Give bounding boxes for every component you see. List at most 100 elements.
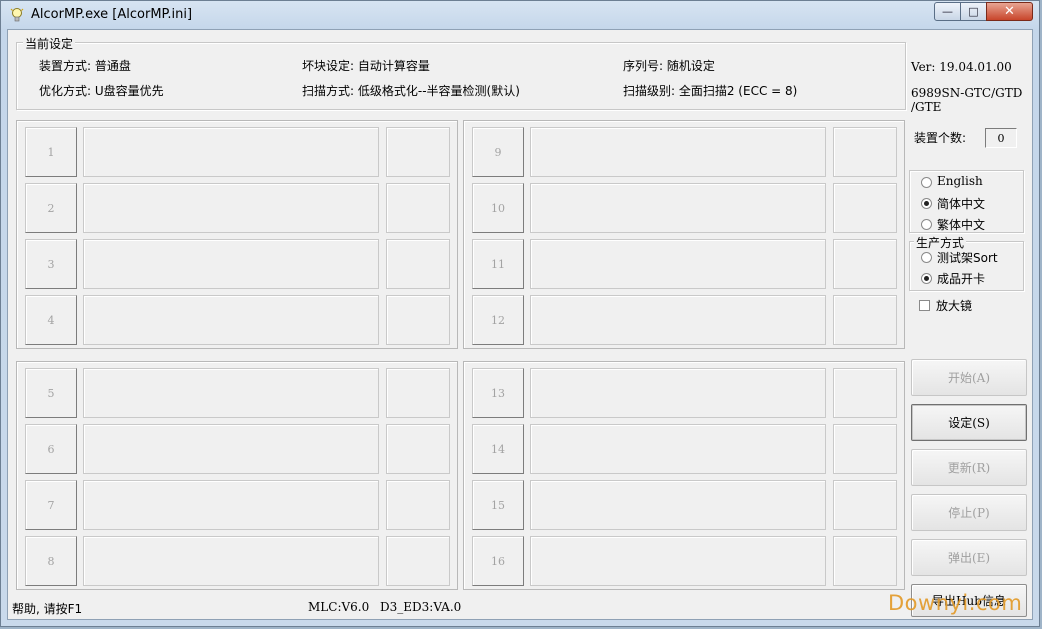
simplified-chinese-radio[interactable] <box>921 198 932 209</box>
finished-product-label: 成品开卡 <box>937 272 986 286</box>
slot-4-info <box>386 295 450 345</box>
slot-number: 10 <box>491 201 505 215</box>
slot-13-status <box>530 368 826 418</box>
slot-number: 6 <box>47 442 55 456</box>
slot-11-status <box>530 239 826 289</box>
slot-6-status <box>83 424 379 474</box>
window-title: AlcorMP.exe [AlcorMP.ini] <box>31 7 193 22</box>
refresh-button[interactable]: 更新(R) <box>911 449 1027 486</box>
slot-10-info <box>833 183 897 233</box>
slot-number: 12 <box>491 313 505 327</box>
current-settings-legend: 当前设定 <box>23 35 76 52</box>
maximize-icon: □ <box>968 5 979 18</box>
slot-5-status <box>83 368 379 418</box>
refresh-button-label: 更新(R) <box>947 461 991 475</box>
close-button[interactable]: ✕ <box>986 2 1033 21</box>
device-count-label: 装置个数: <box>914 131 967 145</box>
slot-4-status <box>83 295 379 345</box>
start-button[interactable]: 开始(A) <box>911 359 1027 396</box>
slot-10-button[interactable]: 10 <box>472 183 524 233</box>
settings-button[interactable]: 设定(S) <box>911 404 1027 441</box>
slot-16-button[interactable]: 16 <box>472 536 524 586</box>
slot-number: 1 <box>47 145 55 159</box>
slot-13-info <box>833 368 897 418</box>
slot-number: 15 <box>491 498 505 512</box>
slot-15-info <box>833 480 897 530</box>
slot-5-button[interactable]: 5 <box>25 368 77 418</box>
slot-8-info <box>386 536 450 586</box>
slot-2-info <box>386 183 450 233</box>
slot-2-button[interactable]: 2 <box>25 183 77 233</box>
slot-number: 3 <box>47 257 55 271</box>
settings-button-label: 设定(S) <box>948 416 990 430</box>
version-text: Ver: 19.04.01.00 <box>911 60 1012 74</box>
slot-9-status <box>530 127 826 177</box>
slot-12-info <box>833 295 897 345</box>
maximize-button[interactable]: □ <box>960 2 987 21</box>
slot-7-button[interactable]: 7 <box>25 480 77 530</box>
slot-number: 9 <box>494 145 502 159</box>
slot-14-status <box>530 424 826 474</box>
production-mode-group: 生产方式 测试架Sort 成品开卡 <box>909 234 1024 291</box>
slot-12-button[interactable]: 12 <box>472 295 524 345</box>
eject-button[interactable]: 弹出(E) <box>911 539 1027 576</box>
slot-5-info <box>386 368 450 418</box>
traditional-chinese-radio[interactable] <box>921 219 932 230</box>
site-watermark: Downyi.com <box>888 591 1023 615</box>
firmware-text: D3_ED3:VA.0 <box>380 600 462 614</box>
language-group: English 简体中文 繁体中文 <box>909 170 1024 233</box>
slot-4-button[interactable]: 4 <box>25 295 77 345</box>
stop-button[interactable]: 停止(P) <box>911 494 1027 531</box>
slot-6-button[interactable]: 6 <box>25 424 77 474</box>
slot-3-button[interactable]: 3 <box>25 239 77 289</box>
magnifier-label: 放大镜 <box>936 299 973 313</box>
slot-1-info <box>386 127 450 177</box>
slot-8-status <box>83 536 379 586</box>
device-mode-text: 装置方式: 普通盘 <box>39 59 131 73</box>
lightbulb-icon <box>10 8 24 22</box>
slot-13-button[interactable]: 13 <box>472 368 524 418</box>
slot-2-status <box>83 183 379 233</box>
title-bar[interactable]: AlcorMP.exe [AlcorMP.ini] — □ ✕ <box>1 1 1039 29</box>
minimize-button[interactable]: — <box>934 2 961 21</box>
client-area: 当前设定 装置方式: 普通盘 坏块设定: 自动计算容量 序列号: 随机设定 优化… <box>7 29 1033 620</box>
model-text-line1: 6989SN-GTC/GTD <box>911 86 1023 100</box>
slot-9-button[interactable]: 9 <box>472 127 524 177</box>
slot-number: 7 <box>47 498 55 512</box>
start-button-label: 开始(A) <box>947 371 991 385</box>
english-radio[interactable] <box>921 177 932 188</box>
slot-15-button[interactable]: 15 <box>472 480 524 530</box>
scan-mode-text: 扫描方式: 低级格式化--半容量检测(默认) <box>302 84 520 98</box>
slot-8-button[interactable]: 8 <box>25 536 77 586</box>
slot-panel-1-4: 1 2 3 4 <box>16 120 458 349</box>
serial-text: 序列号: 随机设定 <box>623 59 715 73</box>
slot-7-info <box>386 480 450 530</box>
device-count-value: 0 <box>997 131 1005 145</box>
simplified-chinese-label: 简体中文 <box>937 197 986 211</box>
current-settings-group: 当前设定 装置方式: 普通盘 坏块设定: 自动计算容量 序列号: 随机设定 优化… <box>16 35 906 110</box>
test-rack-radio[interactable] <box>921 252 932 263</box>
finished-product-radio[interactable] <box>921 273 932 284</box>
slot-14-info <box>833 424 897 474</box>
slot-12-status <box>530 295 826 345</box>
slot-14-button[interactable]: 14 <box>472 424 524 474</box>
slot-number: 16 <box>491 554 505 568</box>
magnifier-checkbox[interactable] <box>919 300 930 311</box>
slot-9-info <box>833 127 897 177</box>
slot-number: 8 <box>47 554 55 568</box>
bad-block-text: 坏块设定: 自动计算容量 <box>302 59 430 73</box>
minimize-icon: — <box>942 5 953 18</box>
slot-panel-13-16: 13 14 15 16 <box>463 361 905 590</box>
slot-16-info <box>833 536 897 586</box>
slot-1-button[interactable]: 1 <box>25 127 77 177</box>
slot-11-button[interactable]: 11 <box>472 239 524 289</box>
slot-6-info <box>386 424 450 474</box>
slot-11-info <box>833 239 897 289</box>
slot-panel-5-8: 5 6 7 8 <box>16 361 458 590</box>
scan-level-text: 扫描级别: 全面扫描2 (ECC = 8) <box>623 84 798 98</box>
slot-number: 4 <box>47 313 55 327</box>
slot-number: 14 <box>491 442 505 456</box>
slot-1-status <box>83 127 379 177</box>
eject-button-label: 弹出(E) <box>947 551 991 565</box>
close-icon: ✕ <box>1004 4 1015 19</box>
